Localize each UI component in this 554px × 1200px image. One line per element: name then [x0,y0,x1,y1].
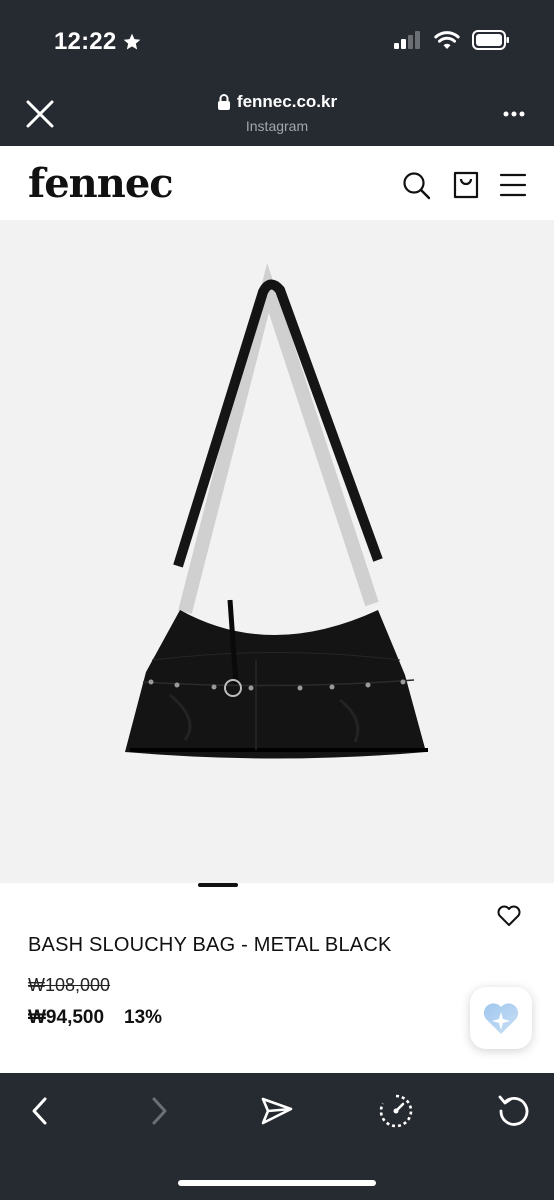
clock-text: 12:22 [54,28,117,55]
speed-icon [379,1094,413,1128]
share-icon [261,1097,293,1125]
reload-button[interactable] [494,1091,534,1131]
status-time: 12:22 [54,28,142,56]
carousel-indicator-active [198,883,238,887]
site-header: fennec [0,146,554,220]
forward-button[interactable] [139,1091,179,1131]
home-indicator[interactable] [178,1180,376,1186]
wifi-icon [434,31,460,49]
like-fab-button[interactable] [470,987,532,1049]
more-icon[interactable] [502,110,526,118]
reload-icon [498,1095,529,1126]
shoulder-bag-image [125,263,428,759]
signal-icon [394,31,420,49]
lock-icon [217,94,230,110]
menu-icon[interactable] [498,170,528,200]
url-text: fennec.co.kr [236,92,338,111]
search-icon[interactable] [401,170,431,200]
product-name: BASH SLOUCHY BAG - METAL BLACK [28,934,392,956]
star-icon [124,33,141,50]
discount-rate: 13% [124,1007,163,1028]
url-line: fennec.co.kr [0,92,554,112]
back-button[interactable] [20,1091,60,1131]
price-row: ₩94,500 13% [28,1007,162,1029]
original-price: ₩108,000 [28,975,111,995]
product-image[interactable] [0,220,554,926]
url-box[interactable]: fennec.co.kr Instagram [0,92,554,134]
screen: 12:22 fennec.co.kr Instagram fennec BASH… [0,0,554,1200]
browser-header: fennec.co.kr Instagram [0,80,554,146]
status-bar: 12:22 [0,0,554,80]
web-page: fennec BASH SLOUCHY BAG - METAL BLACK ₩1… [0,146,554,1073]
speed-button[interactable] [376,1091,416,1131]
carousel-indicator [0,883,554,893]
heart-sparkle-icon [483,1003,519,1034]
heart-icon[interactable] [496,904,522,928]
share-button[interactable] [257,1091,297,1131]
sale-price: ₩94,500 [28,1007,105,1028]
forward-icon [152,1097,167,1125]
battery-icon [472,30,509,50]
status-icons [394,30,510,50]
back-icon [32,1097,47,1125]
shopping-bag-icon[interactable] [451,170,481,200]
browser-toolbar [0,1073,554,1200]
url-source: Instagram [245,118,309,134]
site-logo[interactable]: fennec [28,160,174,207]
